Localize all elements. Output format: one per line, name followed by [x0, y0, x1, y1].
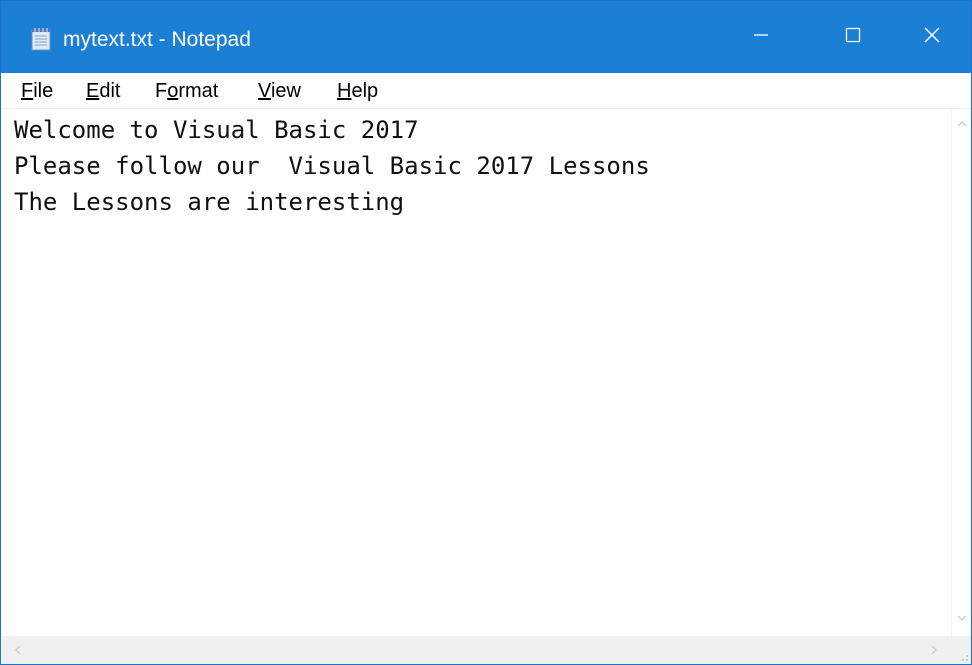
editor-line: Welcome to Visual Basic 2017	[14, 116, 419, 144]
size-grip-icon[interactable]	[951, 636, 971, 664]
window-title: mytext.txt - Notepad	[63, 28, 251, 51]
maximize-button[interactable]	[807, 1, 899, 73]
editor-line: Please follow our Visual Basic 2017 Less…	[14, 152, 650, 180]
menu-format-rest: rmat	[178, 80, 219, 102]
menu-format-pre: F	[155, 80, 168, 102]
horizontal-scrollbar[interactable]	[2, 636, 951, 664]
chevron-down-icon[interactable]	[954, 610, 970, 626]
menu-file[interactable]: File	[19, 79, 55, 103]
menu-edit-rest: dit	[99, 80, 121, 102]
menu-bar: File Edit Format View Help	[1, 73, 971, 109]
minimize-button[interactable]	[715, 1, 807, 73]
notepad-window: mytext.txt - Notepad File Edit Format Vi…	[0, 0, 972, 665]
chevron-right-icon[interactable]	[926, 642, 942, 658]
menu-view-accesskey: V	[258, 80, 271, 102]
text-editor[interactable]: Welcome to Visual Basic 2017 Please foll…	[2, 110, 950, 636]
menu-help-rest: elp	[351, 80, 379, 102]
menu-file-accesskey: F	[21, 80, 34, 102]
title-bar[interactable]: mytext.txt - Notepad	[1, 1, 971, 73]
close-icon	[923, 26, 941, 49]
menu-format[interactable]: Format	[153, 79, 220, 103]
menu-file-rest: ile	[33, 80, 54, 102]
menu-format-accesskey: o	[167, 80, 179, 102]
close-button[interactable]	[893, 1, 971, 73]
menu-view-rest: iew	[270, 80, 301, 102]
menu-edit[interactable]: Edit	[84, 79, 122, 103]
editor-line: The Lessons are interesting	[14, 188, 405, 216]
notepad-icon	[31, 27, 51, 51]
minimize-icon	[753, 27, 769, 48]
menu-view[interactable]: View	[256, 79, 303, 103]
vertical-scrollbar[interactable]	[951, 110, 971, 636]
menu-help[interactable]: Help	[335, 79, 380, 103]
menu-help-accesskey: H	[337, 80, 352, 102]
menu-edit-accesskey: E	[86, 80, 100, 102]
chevron-up-icon[interactable]	[954, 116, 970, 132]
chevron-left-icon[interactable]	[10, 642, 26, 658]
maximize-icon	[845, 27, 861, 48]
